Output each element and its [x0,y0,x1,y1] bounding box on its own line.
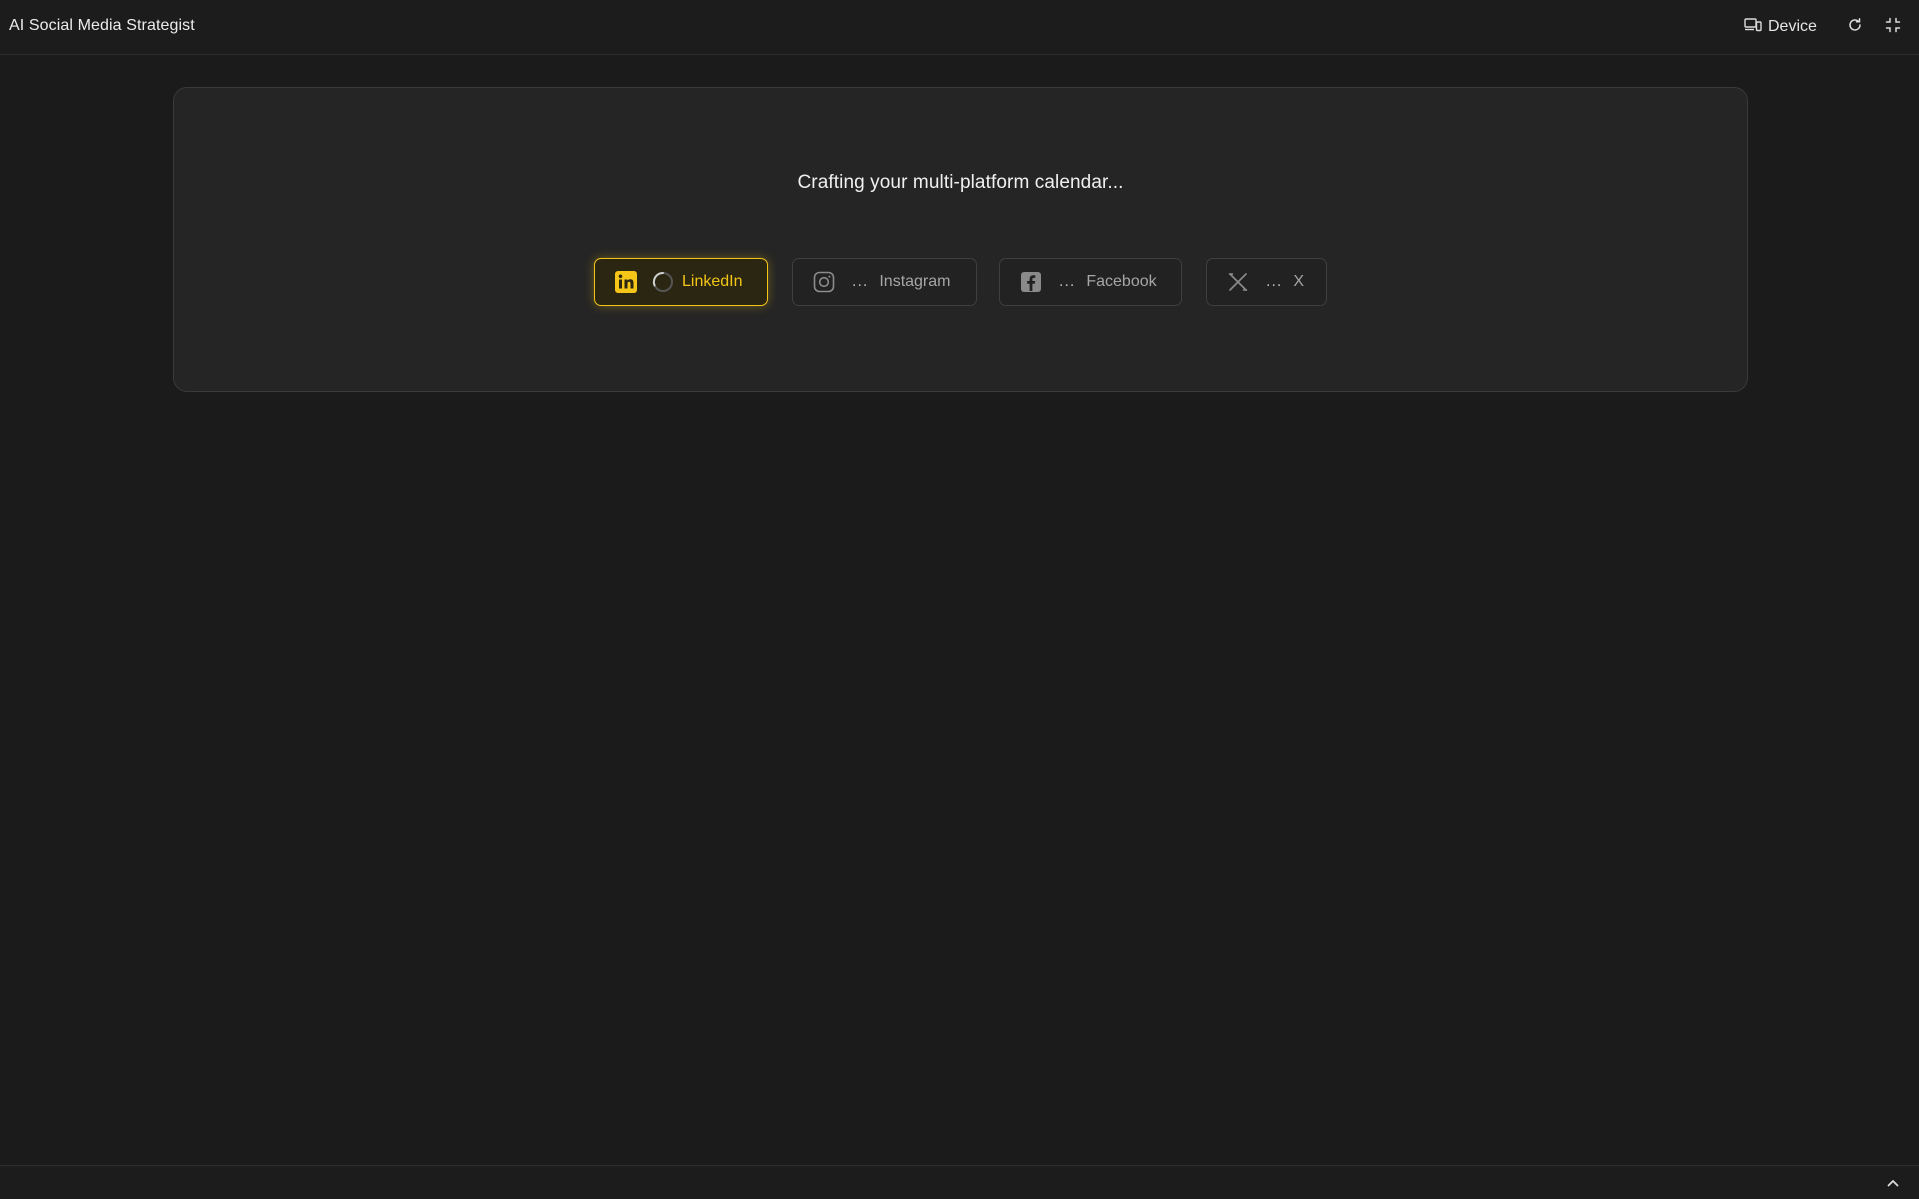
device-label: Device [1768,18,1817,35]
x-icon [1226,270,1250,294]
expand-panel-button[interactable] [1884,1174,1902,1192]
pending-indicator: ... [852,273,869,290]
fullscreen-icon [1885,17,1901,38]
bottom-bar [0,1165,1919,1199]
fullscreen-button[interactable] [1881,15,1905,39]
refresh-icon [1847,17,1863,38]
loading-spinner-icon [652,271,674,293]
platform-status-row: LinkedIn ... Instagram ... Facebook ... … [174,258,1747,306]
platform-label: LinkedIn [682,273,743,290]
linkedin-icon [614,270,638,294]
progress-card: Crafting your multi-platform calendar...… [173,87,1748,392]
top-bar: AI Social Media Strategist Device [0,0,1919,55]
platform-chip-linkedin[interactable]: LinkedIn [594,258,768,306]
device-button[interactable]: Device [1744,14,1817,40]
refresh-button[interactable] [1843,15,1867,39]
platform-chip-instagram[interactable]: ... Instagram [792,258,977,306]
device-icon [1744,17,1762,38]
pending-indicator: ... [1266,273,1283,290]
platform-label: Instagram [879,273,951,290]
platform-chip-x[interactable]: ... X [1206,258,1327,306]
status-text: Crafting your multi-platform calendar... [797,172,1124,193]
facebook-icon [1019,270,1043,294]
instagram-icon [812,270,836,294]
platform-chip-facebook[interactable]: ... Facebook [999,258,1182,306]
chevron-up-icon [1887,1174,1899,1192]
platform-label: Facebook [1086,273,1157,290]
platform-label: X [1293,273,1305,290]
app-title: AI Social Media Strategist [9,17,195,34]
pending-indicator: ... [1059,273,1076,290]
